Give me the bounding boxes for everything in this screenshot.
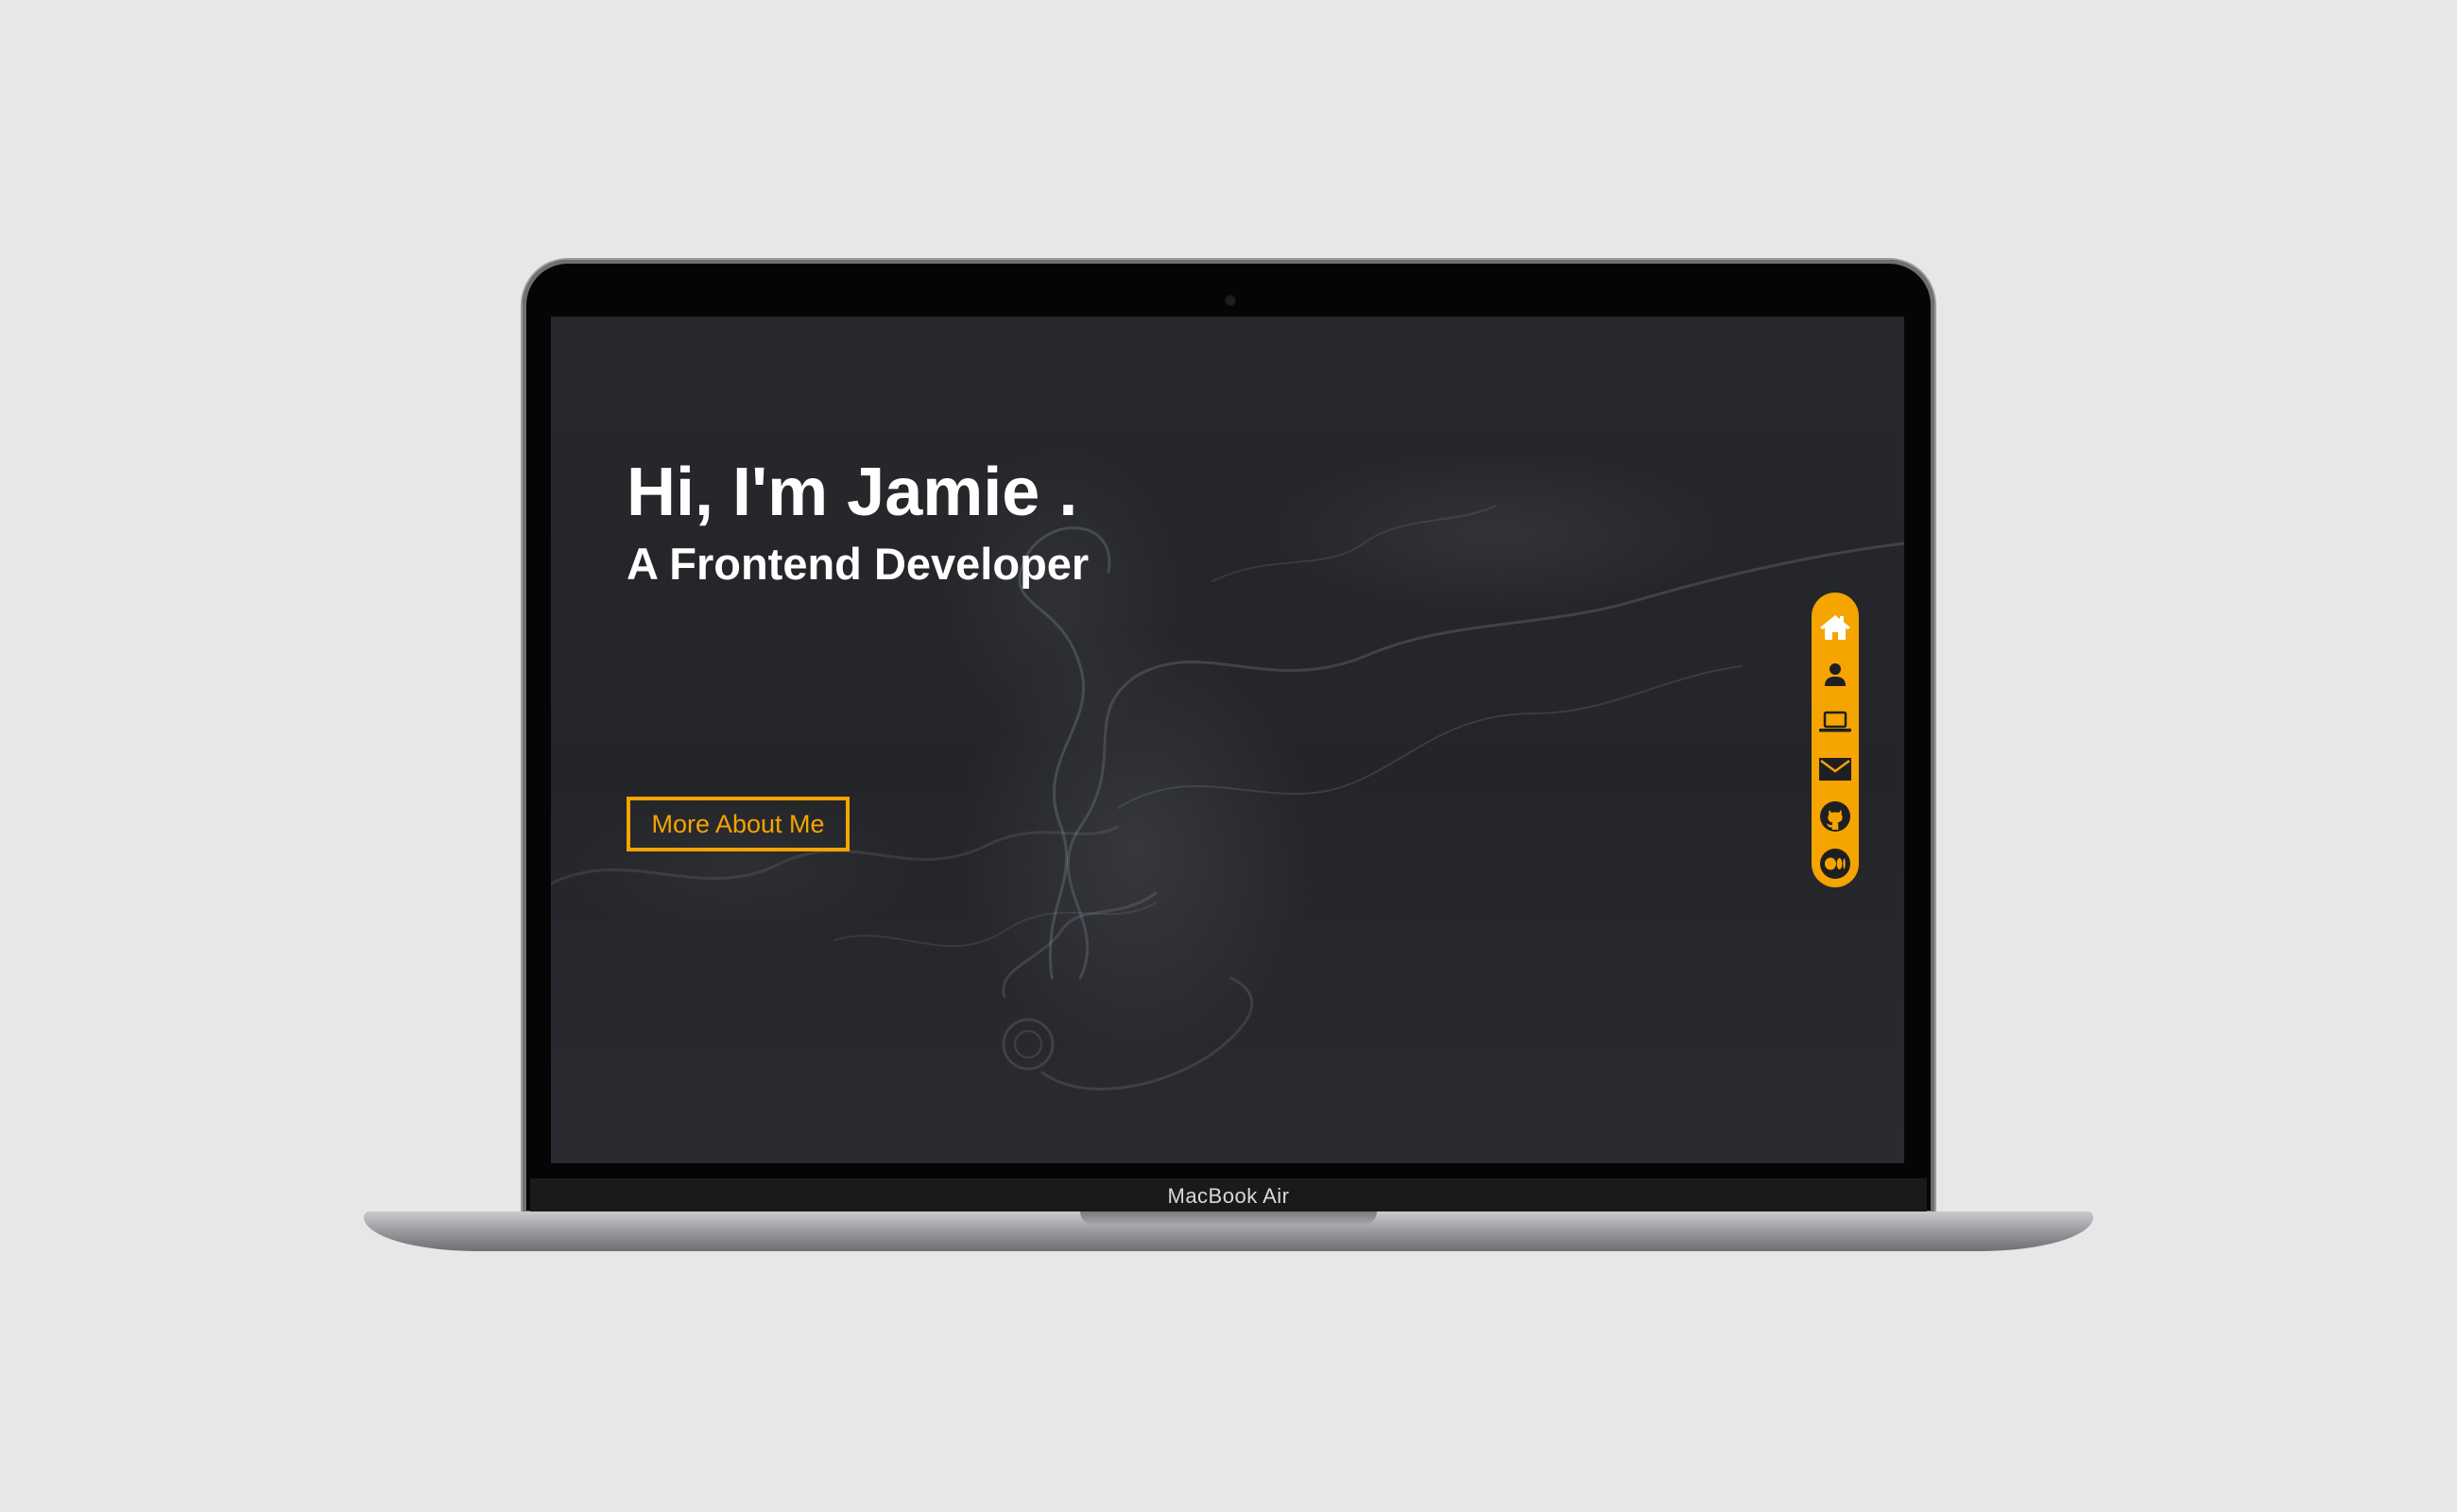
laptop-mockup: MacBook Air Hi, I'm Jamie . A Frontend D…: [0, 0, 2457, 1512]
hinge-notch: [1080, 1211, 1377, 1225]
nav-github[interactable]: [1816, 793, 1854, 840]
more-about-me-button[interactable]: More About Me: [627, 797, 850, 851]
device-label: MacBook Air: [1167, 1184, 1290, 1208]
medium-icon: [1820, 849, 1850, 879]
hero-subtitle: A Frontend Developer: [627, 539, 1090, 589]
website-screen: Hi, I'm Jamie . A Frontend Developer Mor…: [551, 317, 1904, 1163]
side-navigation: [1812, 593, 1859, 887]
laptop-icon: [1819, 711, 1851, 732]
home-icon: [1820, 615, 1850, 640]
nav-medium[interactable]: [1816, 840, 1854, 887]
laptop-base: [364, 1211, 2093, 1251]
nav-about[interactable]: [1816, 651, 1854, 698]
nav-home[interactable]: [1816, 604, 1854, 651]
nav-projects[interactable]: [1816, 698, 1854, 746]
smoke-background: [551, 505, 1904, 1091]
user-icon: [1825, 663, 1846, 686]
hero-title: Hi, I'm Jamie .: [627, 455, 1078, 530]
mail-icon: [1819, 758, 1851, 781]
github-icon: [1820, 801, 1850, 832]
nav-contact[interactable]: [1816, 746, 1854, 793]
camera: [1226, 296, 1235, 305]
laptop-chin: MacBook Air: [530, 1178, 1927, 1214]
